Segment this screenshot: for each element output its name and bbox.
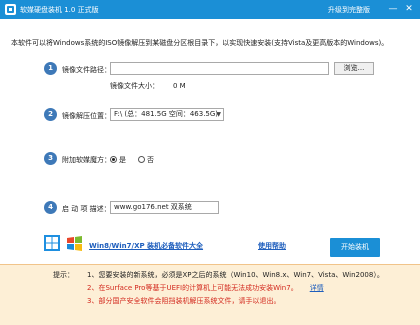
addon-yes-radio[interactable]: 是 [110, 155, 126, 165]
radio-selected-icon [110, 156, 117, 163]
minimize-icon[interactable]: — [387, 3, 399, 15]
hint-1: 1、您要安装的新系统，必须是XP之后的系统（Win10、Win8.x、Win7、… [87, 271, 384, 279]
start-install-button[interactable]: 开始装机 [330, 238, 380, 257]
upgrade-link[interactable]: 升级到完整版 [328, 5, 370, 15]
extract-location-select[interactable]: F:\ (总：481.5G 空间：463.5G) ▼ [110, 108, 224, 121]
iso-size-label: 镜像文件大小： [110, 82, 159, 90]
iso-path-input[interactable] [110, 62, 329, 75]
step-number-1: 1 [44, 62, 57, 75]
windows-7-logo-icon [67, 236, 82, 251]
boot-description-input[interactable]: www.go176.net 双系统 [110, 201, 219, 214]
step-number-2: 2 [44, 108, 57, 121]
step-number-4: 4 [44, 201, 57, 214]
help-link[interactable]: 使用帮助 [258, 241, 286, 251]
description-text: 本软件可以将Windows系统的ISO镜像解压到某磁盘分区根目录下，以实现快速安… [11, 39, 389, 47]
iso-size: 镜像文件大小： 0 M [110, 81, 186, 91]
iso-size-value: 0 M [173, 82, 186, 90]
browse-button[interactable]: 浏览... [334, 62, 374, 75]
details-link[interactable]: 详情 [310, 284, 324, 292]
boot-description-label: 启 动 项 描述： [62, 205, 111, 213]
hint-2: 2、在Surface Pro等基于UEFI的计算机上可能无法成功安装Win7。 详… [87, 283, 324, 293]
addon-no-radio[interactable]: 否 [138, 155, 154, 165]
extract-location-label: 镜像解压位置： [62, 112, 111, 120]
addon-no-label: 否 [147, 156, 154, 164]
logo-icon [5, 4, 16, 15]
hint-2-text: 2、在Surface Pro等基于UEFI的计算机上可能无法成功安装Win7。 [87, 284, 298, 292]
radio-unselected-icon [138, 156, 145, 163]
iso-path-label: 镜像文件路径： [62, 66, 111, 74]
chevron-down-icon: ▼ [216, 111, 221, 118]
title-bar: 软媒硬盘装机 1.0 正式版 升级到完整版 — ✕ [0, 0, 420, 19]
hint-3: 3、部分国产安全软件会阻挡装机解压系统文件，请手以退出。 [87, 297, 281, 305]
close-icon[interactable]: ✕ [403, 3, 415, 15]
hints-title: 提示： [53, 271, 74, 279]
addon-yes-label: 是 [119, 156, 126, 164]
extract-location-value: F:\ (总：481.5G 空间：463.5G) [114, 110, 219, 118]
window-title: 软媒硬盘装机 1.0 正式版 [20, 6, 99, 14]
addon-label: 附加软媒魔方： [62, 156, 111, 164]
windows-8-logo-icon [44, 235, 60, 251]
step-number-3: 3 [44, 152, 57, 165]
software-collection-link[interactable]: Win8/Win7/XP 装机必备软件大全 [89, 241, 203, 251]
